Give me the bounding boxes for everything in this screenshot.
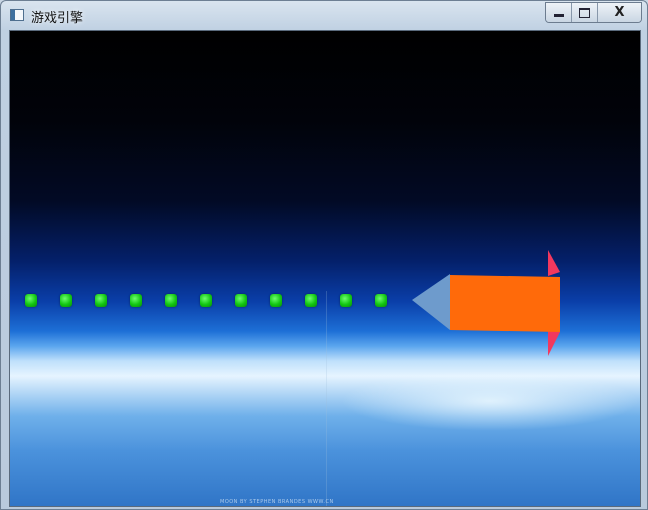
horizon-haze — [340, 371, 640, 431]
minimize-icon — [553, 14, 564, 17]
minimize-button[interactable] — [546, 3, 572, 22]
maximize-icon — [579, 7, 590, 18]
pellet — [375, 294, 387, 307]
pellet — [235, 294, 247, 307]
pellet — [165, 294, 177, 307]
pellet — [340, 294, 352, 307]
pellet — [25, 294, 37, 307]
background-credit: MOON BY STEPHEN BRANDES WWW.CN — [220, 499, 334, 505]
ship-nose — [412, 274, 450, 330]
close-icon: X — [614, 5, 625, 20]
title-bar[interactable]: 游戏引擎 X — [1, 1, 647, 29]
pellet — [95, 294, 107, 307]
pellet — [270, 294, 282, 307]
window-title: 游戏引擎 — [31, 11, 84, 26]
player-ship — [412, 250, 560, 356]
game-canvas[interactable]: MOON BY STEPHEN BRANDES WWW.CN — [9, 30, 641, 507]
pellet — [60, 294, 72, 307]
pellet — [130, 294, 142, 307]
app-icon — [10, 9, 24, 21]
background-seam — [326, 291, 327, 506]
ship-bottom-fin — [548, 330, 560, 356]
ship-body — [450, 275, 560, 332]
pellet — [200, 294, 212, 307]
game-window: 游戏引擎 X MOON BY STEPHEN BRANDES WWW.CN — [0, 0, 648, 510]
close-button[interactable]: X — [598, 3, 641, 22]
pellet — [305, 294, 317, 307]
window-controls: X — [545, 2, 642, 23]
maximize-button[interactable] — [572, 3, 598, 22]
ship-top-fin — [548, 250, 560, 276]
